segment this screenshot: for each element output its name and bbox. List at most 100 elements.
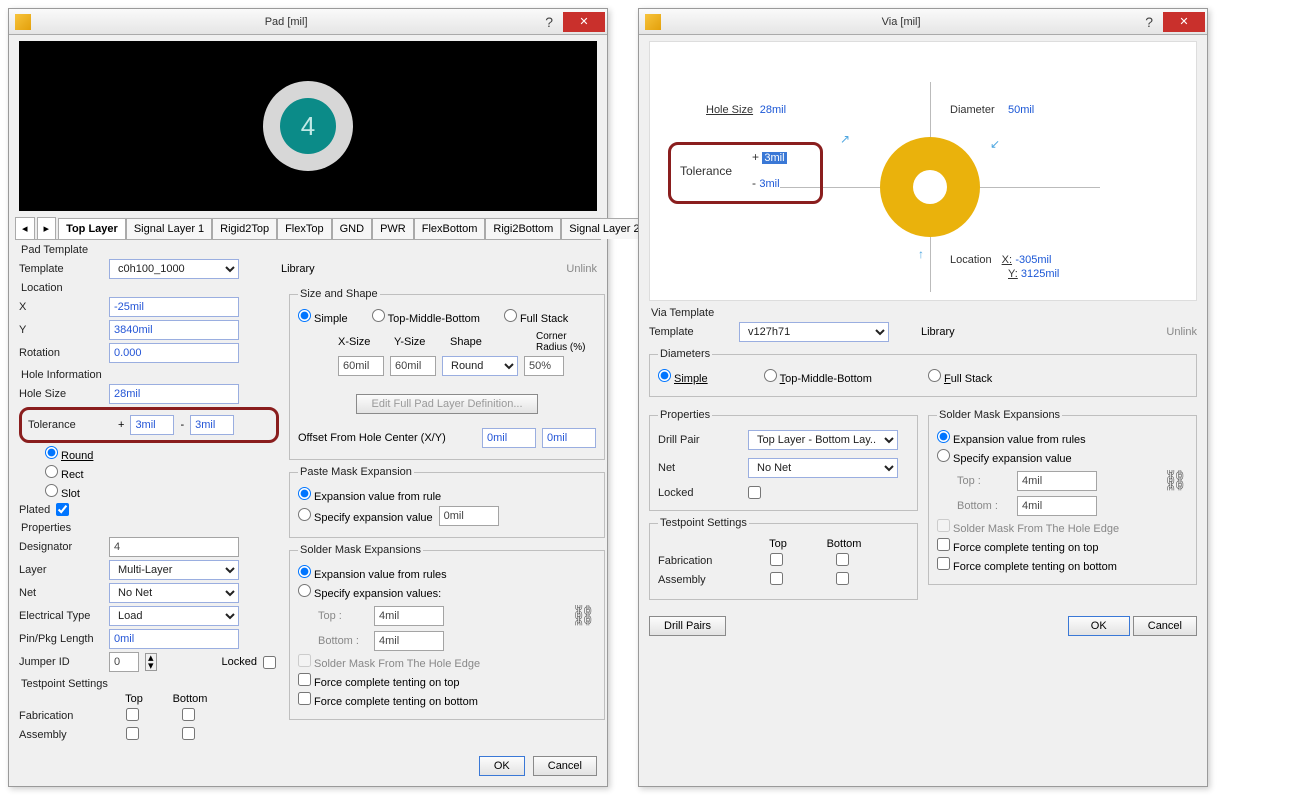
tab-flexbottom[interactable]: FlexBottom xyxy=(414,218,486,239)
tp-asm-bot[interactable] xyxy=(182,727,195,740)
dia-simple-radio[interactable]: Simple xyxy=(658,369,708,385)
tab-pwr[interactable]: PWR xyxy=(372,218,414,239)
tab-scroll-right[interactable]: ▸ xyxy=(37,217,57,239)
shape-rect-radio[interactable]: Rect xyxy=(45,465,84,481)
cancel-button[interactable]: Cancel xyxy=(533,756,597,776)
pm-rule-radio[interactable]: Expansion value from rule xyxy=(298,487,441,503)
offset-x-input[interactable] xyxy=(482,428,536,448)
shape-round-radio[interactable]: Round xyxy=(45,446,93,462)
ss-simple-radio[interactable]: Simple xyxy=(298,309,348,325)
tab-scroll-left[interactable]: ◂ xyxy=(15,217,35,239)
loc-x-label: X: xyxy=(1002,254,1012,266)
template-select[interactable]: c0h100_1000 xyxy=(109,259,239,279)
jumper-spinner[interactable]: ▴▾ xyxy=(145,653,157,671)
via-tp-fab-top[interactable] xyxy=(770,553,783,566)
help-icon[interactable]: ? xyxy=(1135,14,1163,30)
tent-bot-check[interactable]: Force complete tenting on bottom xyxy=(298,692,478,708)
chain-icon[interactable]: ⛓ xyxy=(571,603,596,628)
sm-spec-radio[interactable]: Specify expansion values: xyxy=(298,584,441,600)
close-icon[interactable]: ✕ xyxy=(1163,12,1205,32)
sm-rules-radio[interactable]: Expansion value from rules xyxy=(298,565,447,581)
x-input[interactable] xyxy=(109,297,239,317)
diameter-value[interactable]: 50mil xyxy=(1008,104,1034,116)
via-tp-fab-bot[interactable] xyxy=(836,553,849,566)
dia-tmb-radio[interactable]: Top-Middle-Bottom xyxy=(764,369,872,385)
tab-flextop[interactable]: FlexTop xyxy=(277,218,332,239)
rotation-input[interactable] xyxy=(109,343,239,363)
pad-number: 4 xyxy=(280,98,336,154)
drill-pair-select[interactable]: Top Layer - Bottom Lay... xyxy=(748,430,898,450)
pm-spec-radio[interactable]: Specify expansion value xyxy=(298,508,433,524)
tab-rigid2top[interactable]: Rigid2Top xyxy=(212,218,277,239)
ysize-hdr: Y-Size xyxy=(394,336,444,348)
via-tp-asm-top[interactable] xyxy=(770,572,783,585)
hole-group: Hole Information xyxy=(19,369,279,381)
tp-fab-top[interactable] xyxy=(126,708,139,721)
dia-full-radio[interactable]: Full Stack xyxy=(928,369,992,385)
sm-top-input xyxy=(374,606,444,626)
tolerance-label: Tolerance xyxy=(28,419,112,431)
ysize-input[interactable] xyxy=(390,356,436,376)
tab-signal-2[interactable]: Signal Layer 2 xyxy=(561,218,647,239)
testpoint-group: Testpoint Settings xyxy=(19,678,279,690)
via-title: Via [mil] xyxy=(667,16,1135,28)
loc-x-value[interactable]: -305mil xyxy=(1015,254,1051,266)
paste-mask-group: Paste Mask Expansion Expansion value fro… xyxy=(289,466,605,538)
tab-gnd[interactable]: GND xyxy=(332,218,372,239)
via-locked-check[interactable] xyxy=(748,486,761,499)
via-unlink-link[interactable]: Unlink xyxy=(1166,326,1197,338)
layer-select[interactable]: Multi-Layer xyxy=(109,560,239,580)
tab-signal-1[interactable]: Signal Layer 1 xyxy=(126,218,212,239)
via-tp-fab-label: Fabrication xyxy=(658,555,742,567)
via-sm-rules-radio[interactable]: Expansion value from rules xyxy=(937,430,1086,446)
plated-check[interactable] xyxy=(56,503,69,516)
tp-asm-label: Assembly xyxy=(19,729,103,741)
jumper-input[interactable] xyxy=(109,652,139,672)
tp-top-hdr: Top xyxy=(109,693,159,705)
net-select[interactable]: No Net xyxy=(109,583,239,603)
loc-y-value[interactable]: 3125mil xyxy=(1021,268,1060,280)
via-ok-button[interactable]: OK xyxy=(1068,616,1130,636)
drill-pairs-button[interactable]: Drill Pairs xyxy=(649,616,726,636)
tolerance-plus-input[interactable] xyxy=(130,415,174,435)
designator-input[interactable] xyxy=(109,537,239,557)
tolerance-plus-value[interactable]: 3mil xyxy=(762,152,786,164)
hole-size-input[interactable] xyxy=(109,384,239,404)
tab-rigi2bottom[interactable]: Rigi2Bottom xyxy=(485,218,561,239)
via-tent-bot-check[interactable]: Force complete tenting on bottom xyxy=(937,557,1117,573)
sm-bot-input xyxy=(374,631,444,651)
ss-tmb-radio[interactable]: Top-Middle-Bottom xyxy=(372,309,480,325)
shape-select[interactable]: Round xyxy=(442,356,518,376)
via-sm-edge-check: Solder Mask From The Hole Edge xyxy=(937,519,1119,535)
chain-icon[interactable]: ⛓ xyxy=(1163,468,1188,493)
corner-hdr: Corner Radius (%) xyxy=(536,331,596,353)
locked-check[interactable] xyxy=(263,656,276,669)
tolerance-minus-value[interactable]: 3mil xyxy=(759,178,779,190)
help-icon[interactable]: ? xyxy=(535,14,563,30)
pin-input[interactable] xyxy=(109,629,239,649)
close-icon[interactable]: ✕ xyxy=(563,12,605,32)
via-sm-spec-radio[interactable]: Specify expansion value xyxy=(937,449,1072,465)
tp-asm-top[interactable] xyxy=(126,727,139,740)
unlink-link[interactable]: Unlink xyxy=(566,263,597,275)
tent-top-check[interactable]: Force complete tenting on top xyxy=(298,673,460,689)
shape-slot-radio[interactable]: Slot xyxy=(45,484,80,500)
via-net-select[interactable]: No Net xyxy=(748,458,898,478)
ok-button[interactable]: OK xyxy=(479,756,525,776)
via-tent-top-check[interactable]: Force complete tenting on top xyxy=(937,538,1099,554)
sm-top-label: Top : xyxy=(318,610,368,622)
hole-size-value[interactable]: 28mil xyxy=(760,104,786,116)
xsize-input[interactable] xyxy=(338,356,384,376)
offset-y-input[interactable] xyxy=(542,428,596,448)
tolerance-minus-input[interactable] xyxy=(190,415,234,435)
via-template-select[interactable]: v127h71 xyxy=(739,322,889,342)
via-cancel-button[interactable]: Cancel xyxy=(1133,616,1197,636)
etype-select[interactable]: Load xyxy=(109,606,239,626)
tab-top-layer[interactable]: Top Layer xyxy=(58,218,126,239)
corner-input xyxy=(524,356,564,376)
ss-full-radio[interactable]: Full Stack xyxy=(504,309,568,325)
y-input[interactable] xyxy=(109,320,239,340)
via-tp-asm-bot[interactable] xyxy=(836,572,849,585)
tp-fab-bot[interactable] xyxy=(182,708,195,721)
location-group: Location xyxy=(19,282,279,294)
